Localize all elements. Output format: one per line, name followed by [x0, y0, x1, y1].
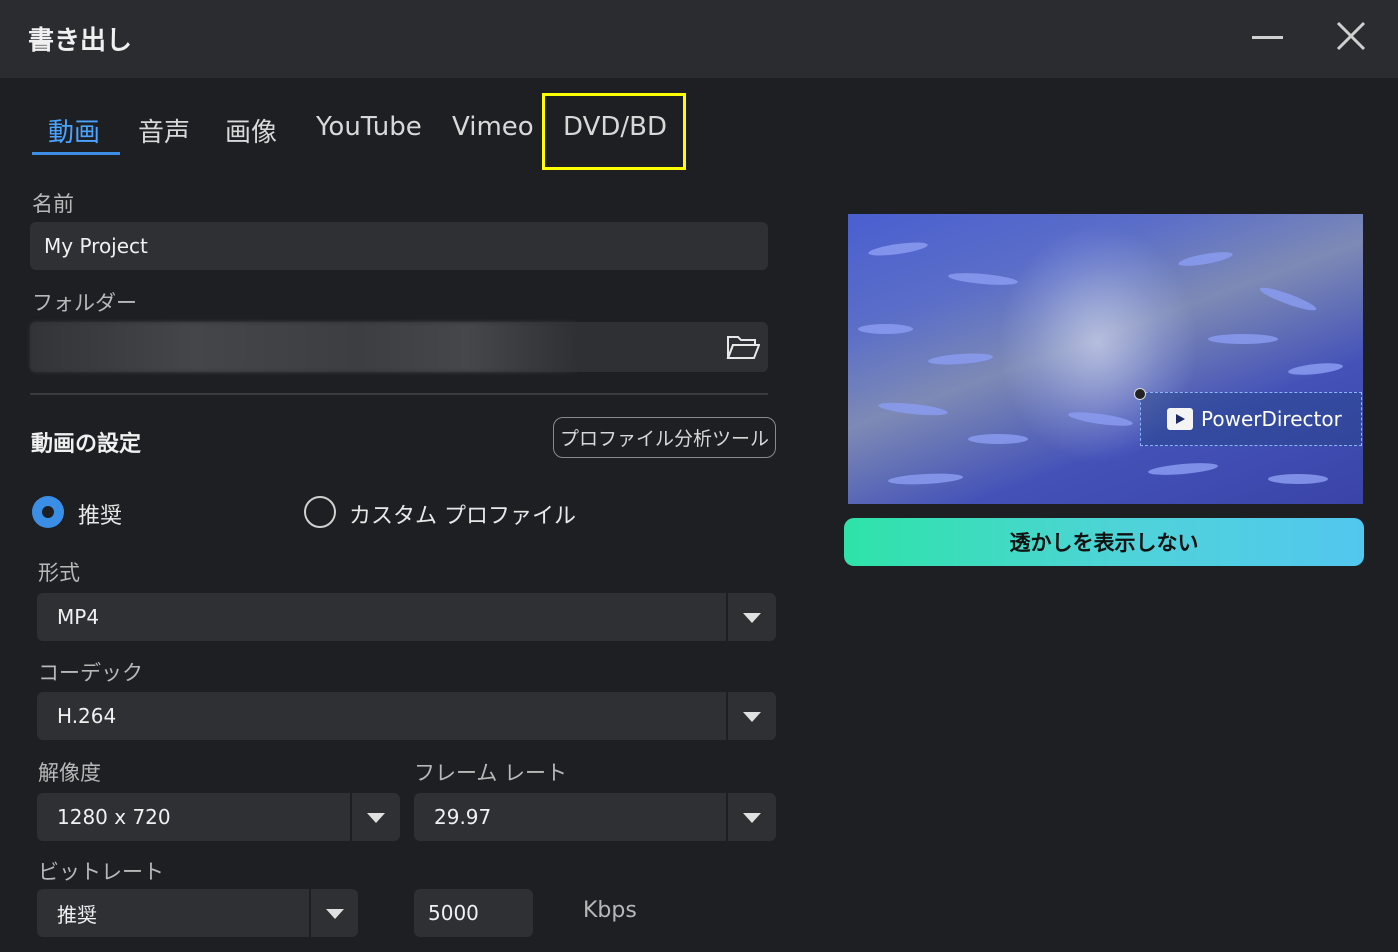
codec-label: コーデック — [38, 661, 143, 685]
select-divider — [726, 793, 728, 841]
custom-profile-radio[interactable] — [304, 496, 336, 528]
name-label: 名前 — [32, 192, 74, 216]
video-settings-title: 動画の設定 — [31, 432, 142, 457]
resolution-label: 解像度 — [38, 761, 101, 785]
fish-shape — [968, 434, 1028, 444]
chevron-down-icon — [743, 813, 761, 823]
resolution-value: 1280 x 720 — [57, 805, 171, 829]
close-button[interactable] — [1326, 14, 1376, 60]
video-preview: PowerDirector — [848, 214, 1363, 504]
window-title: 書き出し — [28, 26, 133, 56]
select-divider — [726, 593, 728, 641]
select-divider — [350, 793, 352, 841]
fish-shape — [1208, 334, 1278, 344]
select-divider — [309, 889, 311, 937]
tab-youtube[interactable]: YouTube — [316, 112, 422, 142]
remove-watermark-button[interactable]: 透かしを表示しない — [844, 518, 1364, 566]
fish-shape — [877, 400, 949, 418]
fish-shape — [867, 239, 929, 259]
fish-shape — [1268, 474, 1328, 484]
close-icon — [1336, 21, 1366, 51]
format-label: 形式 — [38, 561, 80, 585]
divider — [30, 393, 768, 395]
chevron-down-icon — [743, 613, 761, 623]
fish-shape — [858, 324, 913, 334]
fish-shape — [1258, 284, 1318, 314]
bitrate-label: ビットレート — [38, 860, 164, 884]
profile-analyzer-button[interactable]: プロファイル分析ツール — [553, 417, 776, 458]
folder-open-icon — [726, 336, 761, 359]
tab-video[interactable]: 動画 — [48, 112, 100, 149]
minimize-button[interactable] — [1242, 14, 1292, 60]
codec-value: H.264 — [57, 704, 117, 728]
folder-label: フォルダー — [32, 291, 137, 315]
framerate-label: フレーム レート — [414, 761, 568, 785]
chevron-down-icon — [326, 909, 344, 919]
fish-shape — [927, 351, 994, 367]
fish-shape — [887, 472, 964, 486]
format-value: MP4 — [57, 605, 100, 629]
tab-vimeo[interactable]: Vimeo — [452, 112, 534, 142]
chevron-down-icon — [367, 813, 385, 823]
tab-audio[interactable]: 音声 — [138, 112, 190, 149]
bitrate-mode-value: 推奨 — [57, 902, 97, 927]
watermark-close-icon[interactable] — [1134, 388, 1146, 400]
framerate-value: 29.97 — [434, 805, 492, 829]
watermark-overlay[interactable]: PowerDirector — [1140, 392, 1362, 446]
tab-image[interactable]: 画像 — [225, 112, 277, 149]
format-select[interactable]: MP4 — [37, 593, 776, 641]
bitrate-mode-select[interactable]: 推奨 — [37, 889, 358, 937]
title-bar: 書き出し — [0, 0, 1398, 78]
name-input[interactable]: My Project — [30, 222, 768, 270]
bitrate-input[interactable]: 5000 — [414, 889, 533, 937]
folder-path-redacted — [30, 322, 578, 372]
fish-shape — [1287, 361, 1344, 377]
recommended-radio-label: 推奨 — [78, 504, 123, 529]
resolution-select[interactable]: 1280 x 720 — [37, 793, 400, 841]
bitrate-unit: Kbps — [583, 898, 637, 923]
active-tab-indicator — [32, 152, 120, 155]
recommended-radio[interactable] — [32, 496, 64, 528]
chevron-down-icon — [743, 712, 761, 722]
framerate-select[interactable]: 29.97 — [414, 793, 776, 841]
custom-profile-radio-label: カスタム プロファイル — [349, 504, 576, 529]
tab-dvd-bd[interactable]: DVD/BD — [563, 112, 667, 142]
powerdirector-logo-icon — [1167, 408, 1193, 430]
codec-select[interactable]: H.264 — [37, 692, 776, 740]
select-divider — [726, 692, 728, 740]
watermark-text: PowerDirector — [1201, 407, 1342, 431]
browse-folder-button[interactable] — [726, 332, 761, 362]
